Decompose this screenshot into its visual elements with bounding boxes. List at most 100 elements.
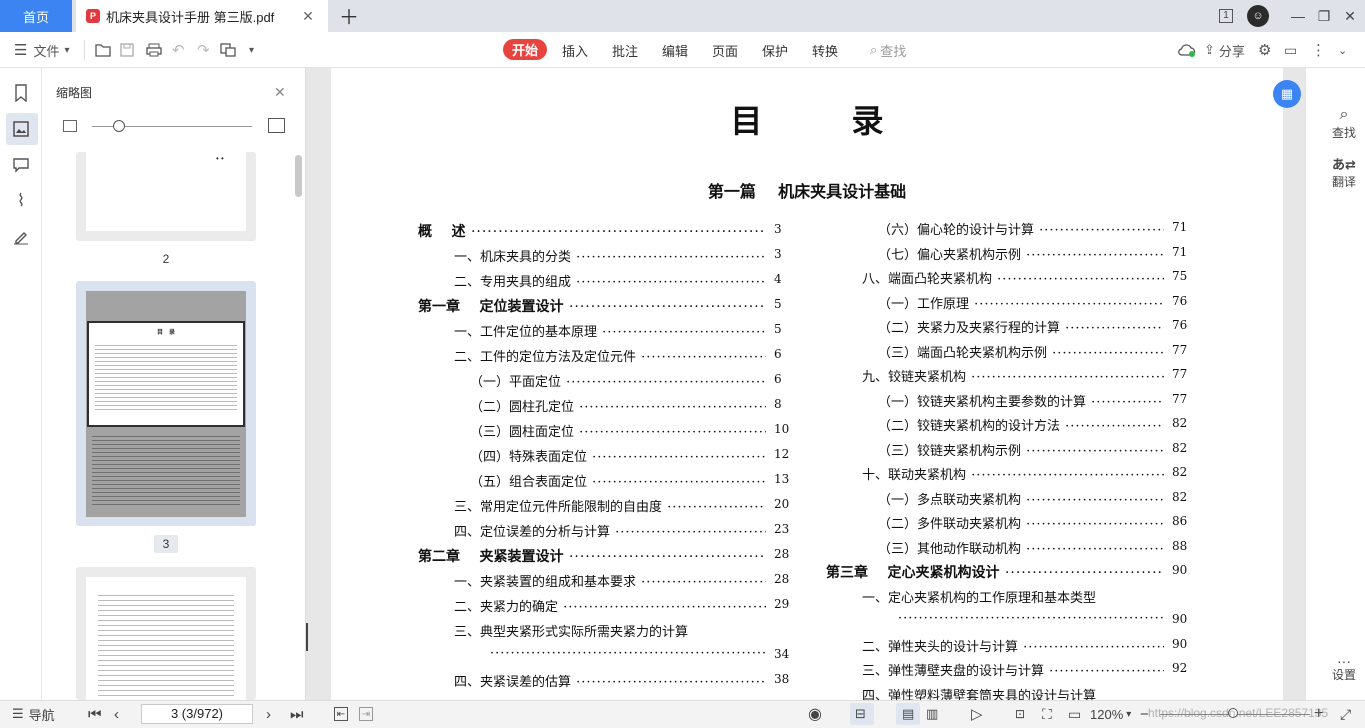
fit-width-icon[interactable]: ▭ <box>1068 705 1081 723</box>
prev-page-icon[interactable]: ‹ <box>114 705 119 723</box>
toc-entry[interactable]: （三）铰链夹紧机构示例 ····························… <box>878 440 1164 459</box>
toc-entry[interactable]: （一）工作原理 ································… <box>878 293 1164 312</box>
toc-entry[interactable]: （三）端面凸轮夹紧机构示例 ··························… <box>878 342 1164 361</box>
toc-entry[interactable]: 概 述 ····································… <box>418 221 766 241</box>
copy-format-icon[interactable] <box>220 40 236 60</box>
print-icon[interactable] <box>146 40 162 60</box>
back-icon[interactable]: ⇤ <box>334 707 348 721</box>
settings-gear-icon[interactable]: ⚙ <box>1258 40 1271 60</box>
toc-entry[interactable]: 三、常用定位元件所能限制的自由度 ·······················… <box>454 496 766 515</box>
toc-entry[interactable]: ········································… <box>898 611 1164 626</box>
toc-entry[interactable]: 一、机床夹具的分类 ······························… <box>454 246 766 265</box>
toc-entry[interactable]: 第三章 定心夹紧机构设计 ···························… <box>826 562 1164 582</box>
toc-entry[interactable]: 四、夹紧误差的估算 ······························… <box>454 671 766 690</box>
toc-entry[interactable]: （七）偏心夹紧机构示例 ····························… <box>878 244 1164 263</box>
bookmark-icon[interactable] <box>10 82 32 104</box>
toc-entry[interactable]: （五）组合表面定位 ······························… <box>470 471 766 490</box>
search-box[interactable]: ⌕ 查找 <box>870 40 906 60</box>
toc-entry[interactable]: （二）多件联动夹紧机构 ····························… <box>878 513 1164 532</box>
toc-entry[interactable]: （一）平面定位 ································… <box>470 371 766 390</box>
thumbnail-card-selected[interactable]: 目 录 <box>76 281 256 526</box>
find-button[interactable]: ⌕ 查找 <box>1314 106 1365 141</box>
thumbnail-card[interactable]: • • <box>76 152 256 241</box>
more-tools-chevron-icon[interactable]: ▾ <box>249 40 254 60</box>
settings-button[interactable]: ··· 设置 <box>1314 654 1365 683</box>
toc-entry[interactable]: 四、弹性塑料薄壁套筒夹具的设计与计算 <box>862 685 1164 701</box>
translate-button[interactable]: あ⇄ 翻译 <box>1314 154 1365 190</box>
toc-entry[interactable]: 三、典型夹紧形式实际所需夹紧力的计算 <box>454 621 766 640</box>
tab-edit[interactable]: 编辑 <box>660 40 690 60</box>
toc-entry[interactable]: （一）多点联动夹紧机构 ····························… <box>878 489 1164 508</box>
comment-panel-icon[interactable] <box>10 154 32 176</box>
toc-entry[interactable]: 九、铰链夹紧机构 ·······························… <box>862 366 1164 385</box>
forward-icon[interactable]: ⇥ <box>359 707 373 721</box>
tab-protect[interactable]: 保护 <box>760 40 790 60</box>
toc-entry[interactable]: 一、工件定位的基本原理 ····························… <box>454 321 766 340</box>
navigation-button[interactable]: ☰ 导航 <box>12 705 55 723</box>
first-page-icon[interactable]: ⏮ <box>88 705 102 723</box>
play-icon[interactable]: ▷ <box>971 705 983 723</box>
toc-entry[interactable]: （二）圆柱孔定位 ·······························… <box>470 396 766 415</box>
toc-entry[interactable]: 第一章 定位装置设计 ·····························… <box>418 296 766 316</box>
thumbnail-scrollbar[interactable] <box>295 155 302 197</box>
toc-entry[interactable]: 二、专用夹具的组成 ······························… <box>454 271 766 290</box>
toc-entry[interactable]: ········································… <box>490 646 766 661</box>
close-panel-icon[interactable]: ✕ <box>274 84 286 101</box>
signature-icon[interactable] <box>10 226 32 248</box>
more-options-icon[interactable]: ⋮ <box>1311 40 1326 60</box>
toc-entry[interactable]: 二、工件的定位方法及定位元件 ·························… <box>454 346 766 365</box>
page-number-input[interactable]: 3 (3/972) <box>141 704 253 724</box>
new-tab-icon[interactable]: ＋ <box>338 4 360 29</box>
tab-start[interactable]: 开始 <box>503 39 547 60</box>
toc-entry[interactable]: 十、联动夹紧机构 ·······························… <box>862 464 1164 483</box>
zoom-select[interactable]: 120% ▾ <box>1090 705 1131 723</box>
restore-icon[interactable]: ❐ <box>1314 6 1334 26</box>
toc-entry[interactable]: （三）圆柱面定位 ·······························… <box>470 421 766 440</box>
toc-entry[interactable]: 三、弹性薄壁夹盘的设计与计算 ·························… <box>862 660 1164 679</box>
toc-entry[interactable]: 八、端面凸轮夹紧机构 ·····························… <box>862 268 1164 287</box>
toc-entry[interactable]: 四、定位误差的分析与计算 ···························… <box>454 521 766 540</box>
comment-icon[interactable]: ▭ <box>1284 40 1297 60</box>
toc-entry[interactable]: 一、定心夹紧机构的工作原理和基本类型 <box>862 587 1164 606</box>
document-viewport[interactable]: 目 录 第一篇 机床夹具设计基础 概 述 ···················… <box>306 68 1305 700</box>
redo-icon[interactable]: ↷ <box>197 40 210 60</box>
toc-entry[interactable]: （六）偏心轮的设计与计算 ···························… <box>878 219 1164 238</box>
attachment-icon[interactable]: ⌇ <box>10 190 32 212</box>
toc-entry[interactable]: （二）铰链夹紧机构的设计方法 ·························… <box>878 415 1164 434</box>
page-count-icon[interactable]: 1 <box>1216 6 1236 26</box>
toc-entry[interactable]: （二）夹紧力及夹紧行程的计算 ·························… <box>878 317 1164 336</box>
avatar[interactable]: ☺ <box>1247 5 1269 27</box>
fit-page-icon[interactable]: ⛶ <box>1042 705 1052 723</box>
toc-entry[interactable]: 第二章 夹紧装置设计 ·····························… <box>418 546 766 566</box>
large-thumb-icon[interactable] <box>268 118 285 133</box>
save-icon[interactable] <box>120 40 134 60</box>
tab-page[interactable]: 页面 <box>710 40 740 60</box>
toc-entry[interactable]: （一）铰链夹紧机构主要参数的计算 ·······················… <box>878 391 1164 410</box>
floating-tools-icon[interactable]: ▦ <box>1273 80 1301 108</box>
toc-entry[interactable]: （三）其他动作联动机构 ····························… <box>878 538 1164 557</box>
last-page-icon[interactable]: ⏭ <box>290 705 304 723</box>
tab-home[interactable]: 首页 <box>0 0 72 32</box>
next-page-icon[interactable]: › <box>266 705 271 723</box>
cloud-sync-icon[interactable] <box>1178 40 1196 60</box>
file-menu[interactable]: ☰ 文件 ▾ <box>14 40 70 60</box>
toc-entry[interactable]: 一、夹紧装置的组成和基本要求 ·························… <box>454 571 766 590</box>
tab-convert[interactable]: 转换 <box>810 40 840 60</box>
thumbnail-card[interactable] <box>76 567 256 700</box>
minimize-icon[interactable]: — <box>1288 6 1308 26</box>
open-folder-icon[interactable] <box>95 40 111 60</box>
close-tab-icon[interactable]: ✕ <box>300 8 316 24</box>
close-window-icon[interactable]: ✕ <box>1340 6 1360 26</box>
share-button[interactable]: ⇪ 分享 <box>1204 40 1245 60</box>
two-page-icon[interactable]: ▥ <box>926 705 938 723</box>
slider-handle[interactable] <box>113 120 125 132</box>
toc-entry[interactable]: （四）特殊表面定位 ······························… <box>470 446 766 465</box>
collapse-ribbon-icon[interactable]: ⌄ <box>1338 40 1347 60</box>
tab-annotate[interactable]: 批注 <box>610 40 640 60</box>
undo-icon[interactable]: ↶ <box>172 40 185 60</box>
tab-insert[interactable]: 插入 <box>560 40 590 60</box>
toc-entry[interactable]: 二、夹紧力的确定 ·······························… <box>454 596 766 615</box>
small-thumb-icon[interactable] <box>63 120 77 132</box>
toc-entry[interactable]: 二、弹性夹头的设计与计算 ···························… <box>862 636 1164 655</box>
fullscreen-icon[interactable]: ⤢ <box>1340 705 1351 723</box>
